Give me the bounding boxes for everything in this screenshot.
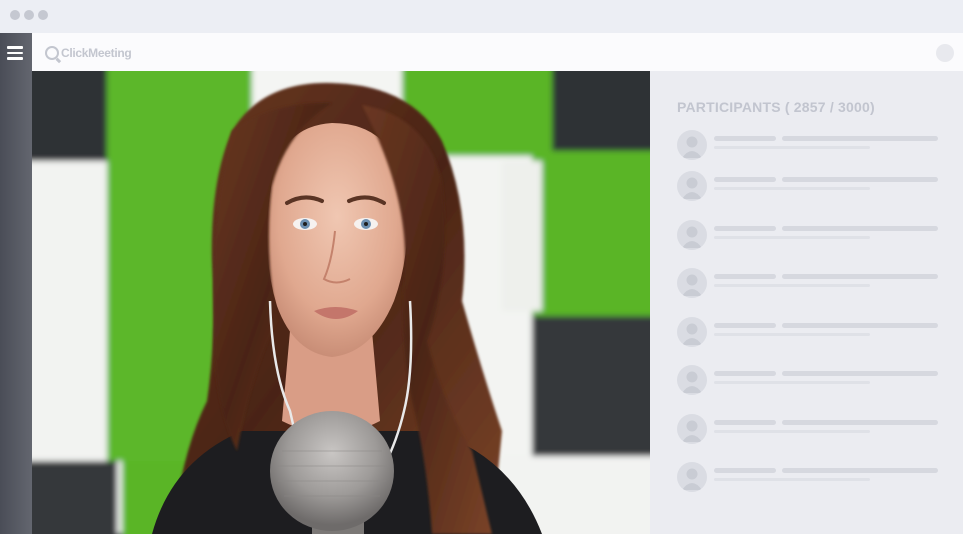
participant-info-placeholder bbox=[782, 420, 938, 425]
participant-info-placeholder bbox=[782, 177, 938, 182]
app-window: ClickMeeting PARTICIPANTS (2857 / 3000) bbox=[0, 0, 963, 534]
participants-panel: PARTICIPANTS ( 2857 / 3000) bbox=[650, 71, 963, 534]
participant-detail-placeholder bbox=[714, 187, 870, 190]
app-header: ClickMeeting bbox=[32, 33, 963, 71]
logo-text: ClickMeeting bbox=[61, 46, 132, 60]
participant-row[interactable] bbox=[677, 317, 947, 349]
title-bar bbox=[0, 0, 963, 33]
user-avatar-icon[interactable] bbox=[936, 44, 954, 62]
logo-mark-icon bbox=[45, 46, 59, 60]
participant-row[interactable] bbox=[677, 365, 947, 397]
participant-row[interactable] bbox=[677, 414, 947, 446]
user-avatar-icon bbox=[677, 365, 707, 395]
video-feed bbox=[32, 71, 650, 534]
window-close-control[interactable] bbox=[10, 10, 20, 20]
participant-detail-placeholder bbox=[714, 381, 870, 384]
participant-detail-placeholder bbox=[714, 146, 870, 149]
participant-name-placeholder bbox=[714, 371, 776, 376]
sidebar bbox=[0, 33, 32, 534]
participant-row[interactable] bbox=[677, 268, 947, 300]
participant-row[interactable] bbox=[677, 171, 947, 203]
user-avatar-icon bbox=[677, 414, 707, 444]
user-avatar-icon bbox=[677, 268, 707, 298]
window-maximize-control[interactable] bbox=[38, 10, 48, 20]
participant-row[interactable] bbox=[677, 130, 947, 162]
participant-name-placeholder bbox=[714, 420, 776, 425]
user-avatar-icon bbox=[677, 220, 707, 250]
participant-row[interactable] bbox=[677, 220, 947, 252]
user-avatar-icon bbox=[677, 462, 707, 492]
participants-title: PARTICIPANTS ( 2857 / 3000) bbox=[677, 99, 875, 115]
window-minimize-control[interactable] bbox=[24, 10, 34, 20]
participant-row[interactable] bbox=[677, 462, 947, 494]
participant-info-placeholder bbox=[782, 323, 938, 328]
participant-detail-placeholder bbox=[714, 430, 870, 433]
participant-name-placeholder bbox=[714, 226, 776, 231]
user-avatar-icon bbox=[677, 171, 707, 201]
participant-info-placeholder bbox=[782, 136, 938, 141]
participant-name-placeholder bbox=[714, 177, 776, 182]
clickmeeting-logo[interactable]: ClickMeeting bbox=[45, 45, 132, 61]
participant-detail-placeholder bbox=[714, 236, 870, 239]
participant-info-placeholder bbox=[782, 274, 938, 279]
participant-detail-placeholder bbox=[714, 478, 870, 481]
participant-name-placeholder bbox=[714, 274, 776, 279]
hamburger-menu-icon[interactable] bbox=[7, 46, 23, 60]
participant-info-placeholder bbox=[782, 468, 938, 473]
webcam-video-feed bbox=[32, 71, 650, 534]
participant-detail-placeholder bbox=[714, 284, 870, 287]
participant-detail-placeholder bbox=[714, 333, 870, 336]
participant-name-placeholder bbox=[714, 323, 776, 328]
participant-info-placeholder bbox=[782, 226, 938, 231]
participant-name-placeholder bbox=[714, 136, 776, 141]
user-avatar-icon bbox=[677, 317, 707, 347]
participant-name-placeholder bbox=[714, 468, 776, 473]
user-avatar-icon bbox=[677, 130, 707, 160]
participant-info-placeholder bbox=[782, 371, 938, 376]
